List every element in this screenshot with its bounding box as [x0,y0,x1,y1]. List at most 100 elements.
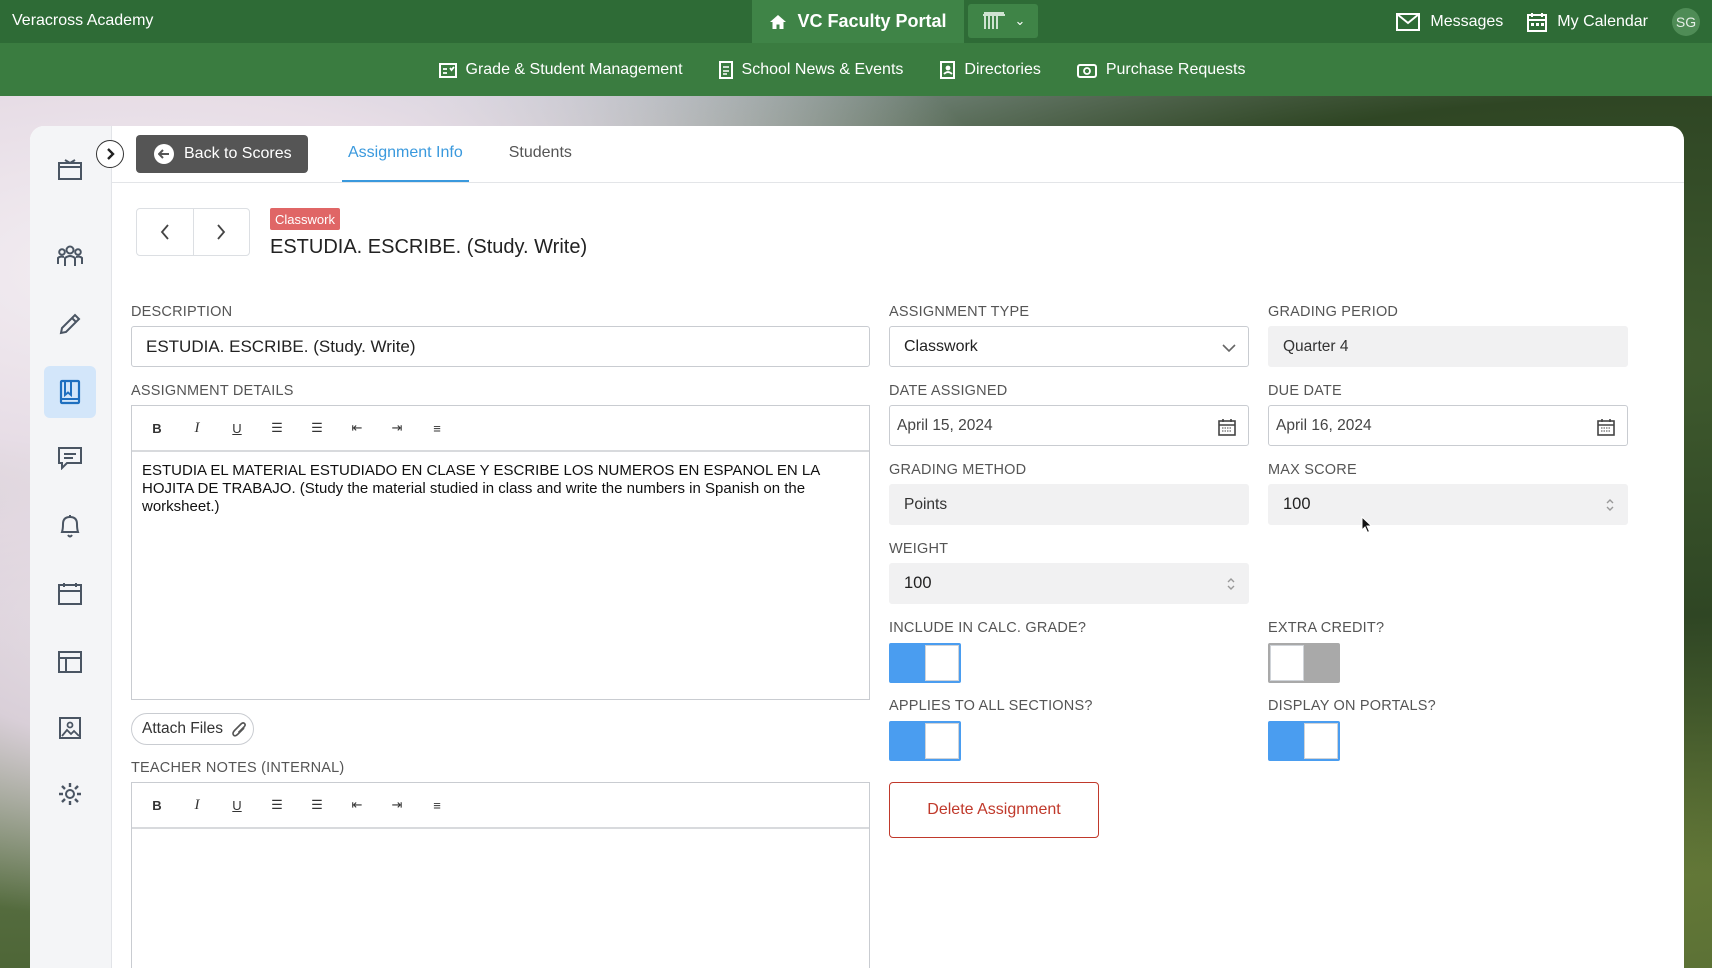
my-calendar-link[interactable]: My Calendar [1527,12,1648,32]
nav-directories[interactable]: Directories [939,60,1041,79]
stepper-arrows-icon[interactable] [1226,576,1236,592]
nav-school-news-events[interactable]: School News & Events [718,60,903,79]
school-name: Veracross Academy [12,12,154,29]
layout-icon [58,651,82,673]
portal-title-tab[interactable]: VC Faculty Portal [752,0,964,43]
attach-files-button[interactable]: Attach Files [131,713,254,745]
portal-title: VC Faculty Portal [797,11,947,31]
sidebar-item-people[interactable] [44,230,96,282]
sidebar-item-layout[interactable] [44,636,96,688]
due-date-label: DUE DATE [1268,383,1342,399]
assignment-title: ESTUDIA. ESCRIBE. (Study. Write) [270,236,588,258]
date-assigned-field[interactable]: April 15, 2024 [889,405,1249,446]
book-icon [59,379,81,405]
nav-label: Directories [964,60,1041,78]
numbered-list-button[interactable]: ☰ [308,797,326,813]
sidebar-item-assignments[interactable] [44,366,96,418]
max-score-value: 100 [1283,495,1311,513]
messages-link[interactable]: Messages [1396,12,1504,31]
calendar-icon[interactable] [1218,418,1236,436]
assignment-panel: Back to Scores Assignment Info Students … [30,126,1684,968]
underline-button[interactable]: U [228,421,246,436]
bullet-list-button[interactable]: ☰ [268,420,286,436]
assignment-details-text[interactable]: ESTUDIA EL MATERIAL ESTUDIADO EN CLASE Y… [132,452,869,526]
description-label: DESCRIPTION [131,304,233,320]
assignment-type-select[interactable]: Classwork [889,326,1249,367]
columns-icon [982,12,1005,29]
grading-method-value: Points [904,495,948,513]
paperclip-icon [232,722,246,737]
chevron-right-icon [107,148,115,160]
max-score-stepper[interactable]: 100 [1268,484,1628,525]
include-calc-grade-label: INCLUDE IN CALC. GRADE? [889,620,1087,636]
portal-switcher[interactable]: ⌄ [968,4,1038,38]
chevron-right-icon [217,224,226,240]
chevron-down-icon [1222,344,1236,353]
previous-assignment-button[interactable] [137,209,194,255]
back-to-scores-button[interactable]: Back to Scores [136,135,308,173]
divider [112,182,1684,183]
assignment-details-editor[interactable]: B I U ☰ ☰ ⇤ ⇥ ≡ ESTUDIA EL MATERIAL ESTU… [131,405,870,700]
align-button[interactable]: ≡ [428,798,446,813]
mouse-cursor-icon [1361,516,1373,534]
extra-credit-toggle[interactable] [1268,643,1340,683]
due-date-field[interactable]: April 16, 2024 [1268,405,1628,446]
sidebar-item-calendar[interactable] [44,568,96,620]
align-button[interactable]: ≡ [428,421,446,436]
calendar-icon [58,583,82,605]
home-icon [770,14,787,29]
indent-button[interactable]: ⇥ [388,420,406,436]
sidebar-item-edit[interactable] [44,298,96,350]
grading-method-label: GRADING METHOD [889,462,1027,478]
top-bar: Veracross Academy VC Faculty Portal ⌄ Me… [0,0,1712,43]
assignment-details-label: ASSIGNMENT DETAILS [131,383,294,399]
pencil-icon [59,313,81,335]
toggle-knob [1270,645,1304,681]
sidebar-item-gallery[interactable] [44,702,96,754]
tab-students[interactable]: Students [503,126,578,183]
outdent-button[interactable]: ⇤ [348,797,366,813]
people-icon [57,245,83,266]
bullet-list-button[interactable]: ☰ [268,797,286,813]
include-calc-grade-toggle[interactable] [889,643,961,683]
tab-assignment-info[interactable]: Assignment Info [342,126,469,183]
next-assignment-button[interactable] [194,209,250,255]
nav-grade-student-management[interactable]: Grade & Student Management [438,61,683,79]
underline-button[interactable]: U [228,798,246,813]
chevron-left-icon [160,224,169,240]
indent-button[interactable]: ⇥ [388,797,406,813]
outdent-button[interactable]: ⇤ [348,420,366,436]
bold-button[interactable]: B [148,421,166,436]
description-field[interactable]: ESTUDIA. ESCRIBE. (Study. Write) [131,326,870,367]
weight-stepper[interactable]: 100 [889,563,1249,604]
messages-label: Messages [1430,12,1504,30]
expand-sidebar-button[interactable] [96,140,124,168]
date-assigned-value: April 15, 2024 [897,416,993,434]
sidebar-item-settings[interactable] [44,768,96,820]
directory-icon [940,60,956,79]
sidebar-item-comments[interactable] [44,432,96,484]
user-avatar[interactable]: SG [1672,7,1700,36]
nav-purchase-requests[interactable]: Purchase Requests [1076,61,1246,79]
display-on-portals-toggle[interactable] [1268,721,1340,761]
envelope-icon [1396,12,1421,31]
delete-assignment-button[interactable]: Delete Assignment [889,782,1099,838]
date-assigned-label: DATE ASSIGNED [889,383,1008,399]
sidebar-item-notifications[interactable] [44,500,96,552]
assignment-type-badge: Classwork [270,208,340,230]
assignment-type-label: ASSIGNMENT TYPE [889,304,1030,320]
bold-button[interactable]: B [148,798,166,813]
stepper-arrows-icon[interactable] [1605,497,1615,513]
description-value: ESTUDIA. ESCRIBE. (Study. Write) [146,336,416,356]
teacher-notes-editor[interactable]: B I U ☰ ☰ ⇤ ⇥ ≡ [131,782,870,968]
teacher-notes-label: TEACHER NOTES (INTERNAL) [131,760,345,776]
sidebar-item-classroom[interactable] [44,144,96,196]
arrow-left-icon [154,144,174,164]
applies-all-sections-label: APPLIES TO ALL SECTIONS? [889,698,1093,714]
numbered-list-button[interactable]: ☰ [308,420,326,436]
italic-button[interactable]: I [188,420,206,437]
calendar-icon[interactable] [1597,418,1615,436]
editor-toolbar: B I U ☰ ☰ ⇤ ⇥ ≡ [132,406,869,452]
italic-button[interactable]: I [188,797,206,814]
applies-all-sections-toggle[interactable] [889,721,961,761]
